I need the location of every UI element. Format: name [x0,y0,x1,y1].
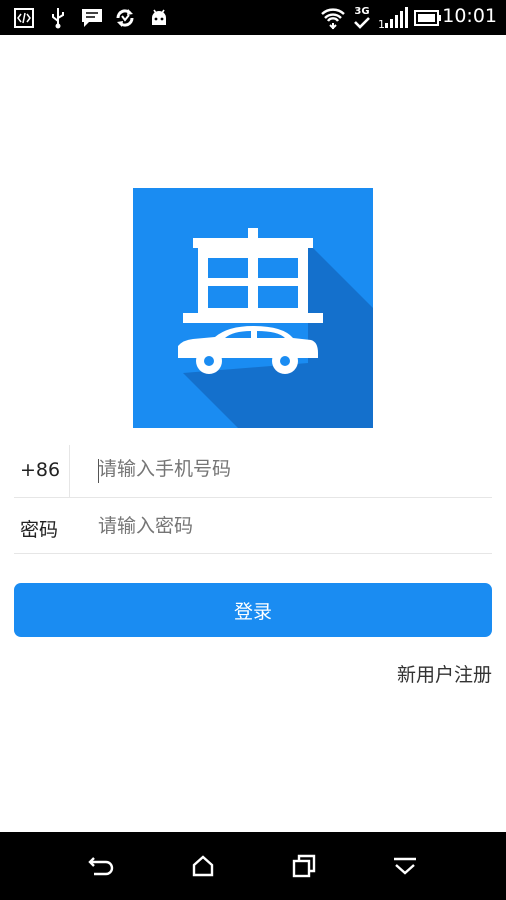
status-time: 10:01 [442,5,497,27]
recents-icon[interactable] [284,846,324,886]
sync-icon [114,7,136,29]
code-icon [13,7,35,29]
android-icon [148,7,170,29]
message-icon [80,7,104,29]
login-button[interactable]: 登录 [14,583,492,637]
phone-row: +86 [14,445,492,498]
svg-text:1: 1 [378,18,385,29]
hide-keyboard-icon[interactable] [385,846,425,886]
field-divider [69,445,70,497]
phone-input[interactable] [98,458,492,480]
password-input[interactable] [98,515,492,537]
network-3g-icon: 3G [350,7,374,29]
back-icon[interactable] [82,846,122,886]
register-link[interactable]: 新用户注册 [397,660,492,687]
password-label: 密码 [20,519,59,541]
country-code-label[interactable]: +86 [20,459,60,481]
home-icon[interactable] [183,846,223,886]
signal-icon: 1 [378,7,408,29]
battery-icon [413,7,443,29]
status-bar: 3G 1 10:01 [0,0,506,35]
password-row: 密码 [14,499,492,554]
login-button-label: 登录 [233,600,272,623]
car-icon [133,188,373,428]
network-type-label: 3G [354,6,370,17]
app-logo [133,188,373,428]
usb-icon [48,7,68,29]
wifi-icon [320,7,346,30]
navigation-bar [0,832,506,900]
